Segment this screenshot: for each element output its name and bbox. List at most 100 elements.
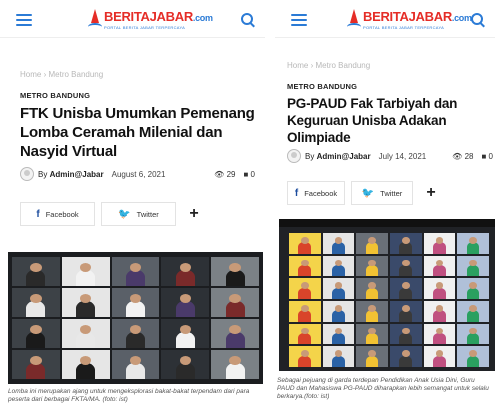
- twitter-icon: 🐦: [118, 208, 131, 220]
- participant-tile: [211, 319, 259, 348]
- twitter-share-button[interactable]: 🐦 Twitter: [351, 181, 413, 205]
- participant-tile: [389, 323, 422, 345]
- participant-tile: [423, 346, 456, 367]
- participant-tile: [289, 233, 321, 254]
- eye-icon: 👁: [452, 151, 463, 161]
- participant-tile: [211, 257, 259, 286]
- author-name[interactable]: Admin@Jabar: [317, 152, 371, 161]
- search-icon[interactable]: [241, 13, 253, 25]
- breadcrumb-home[interactable]: Home: [287, 61, 308, 70]
- participant-tile: [12, 288, 60, 317]
- participant-tile: [423, 233, 456, 254]
- participant-tile: [457, 346, 489, 367]
- participant-tile: [211, 350, 259, 379]
- article-title: PG-PAUD Fak Tarbiyah dan Keguruan Unisba…: [287, 96, 458, 145]
- participant-tile: [289, 323, 321, 345]
- participant-tile: [161, 350, 210, 379]
- participant-tile: [61, 319, 110, 348]
- participant-tile: [12, 319, 60, 348]
- breadcrumb: Home › Metro Bandung: [287, 61, 370, 70]
- participant-tile: [389, 233, 422, 254]
- image-caption: Lomba ini merupakan ajang untuk mengeksp…: [8, 388, 250, 403]
- logo-tagline: PORTAL BERITA JABAR TERPERCAYA: [104, 24, 186, 30]
- site-header: BERITAJABAR.com PORTAL BERITA JABAR TERP…: [0, 0, 265, 38]
- participant-tile: [61, 257, 110, 286]
- facebook-share-button[interactable]: f Facebook: [287, 181, 345, 205]
- logo-text: BERITAJABAR: [363, 8, 452, 24]
- participant-tile: [389, 255, 422, 277]
- video-call-grid: [289, 233, 489, 367]
- hamburger-icon[interactable]: [16, 14, 32, 26]
- hamburger-icon[interactable]: [291, 14, 307, 26]
- site-logo[interactable]: BERITAJABAR.com PORTAL BERITA JABAR TERP…: [347, 8, 472, 32]
- more-share-button[interactable]: +: [419, 181, 443, 205]
- facebook-icon: f: [36, 208, 40, 220]
- category-label[interactable]: METRO BANDUNG: [20, 91, 90, 100]
- participant-tile: [61, 350, 110, 379]
- site-logo[interactable]: BERITAJABAR.com PORTAL BERITA JABAR TERP…: [88, 8, 213, 32]
- share-bar: f Facebook 🐦 Twitter +: [20, 202, 206, 226]
- share-bar: f Facebook 🐦 Twitter +: [287, 181, 443, 205]
- comment-count[interactable]: ■ 0: [243, 170, 255, 179]
- article-meta: By Admin@Jabar July 14, 2021 👁 28 ■ 0: [287, 149, 493, 163]
- participant-tile: [356, 278, 388, 299]
- breadcrumb-section[interactable]: Metro Bandung: [48, 70, 103, 79]
- participant-tile: [161, 288, 210, 317]
- participant-tile: [389, 278, 422, 299]
- participant-tile: [111, 350, 160, 379]
- participant-tile: [289, 255, 321, 277]
- article-title: FTK Unisba Umumkan Pemenang Lomba Cerama…: [20, 105, 255, 160]
- participant-tile: [161, 319, 210, 348]
- participant-tile: [457, 255, 489, 277]
- comment-icon: ■: [481, 151, 487, 161]
- breadcrumb-separator: ›: [310, 61, 314, 70]
- breadcrumb-separator: ›: [43, 70, 47, 79]
- participant-tile: [12, 350, 60, 379]
- logo-tld: .com: [451, 12, 472, 23]
- participant-tile: [457, 323, 489, 345]
- comment-count[interactable]: ■ 0: [481, 152, 493, 161]
- participant-tile: [322, 346, 355, 367]
- participant-tile: [356, 233, 388, 254]
- site-header: BERITAJABAR.com PORTAL BERITA JABAR TERP…: [275, 0, 495, 38]
- participant-tile: [389, 346, 422, 367]
- participant-tile: [423, 255, 456, 277]
- participant-tile: [423, 300, 456, 322]
- twitter-share-button[interactable]: 🐦 Twitter: [101, 202, 176, 226]
- participant-tile: [322, 323, 355, 345]
- twitter-icon: 🐦: [361, 187, 375, 199]
- meeting-toolbar: [279, 219, 495, 227]
- participant-tile: [457, 300, 489, 322]
- logo-tld: .com: [192, 12, 213, 23]
- participant-tile: [322, 233, 355, 254]
- view-count: 👁 28: [452, 151, 474, 161]
- article-image: [8, 252, 263, 384]
- category-label[interactable]: METRO BANDUNG: [287, 82, 357, 91]
- breadcrumb: Home › Metro Bandung: [20, 70, 103, 79]
- comment-icon: ■: [243, 169, 249, 179]
- article-meta: By Admin@Jabar August 6, 2021 👁 29 ■ 0: [20, 167, 255, 181]
- search-icon[interactable]: [471, 13, 483, 25]
- participant-tile: [12, 257, 60, 286]
- logo-tagline: PORTAL BERITA JABAR TERPERCAYA: [363, 24, 445, 30]
- participant-tile: [111, 319, 160, 348]
- participant-tile: [356, 323, 388, 345]
- breadcrumb-home[interactable]: Home: [20, 70, 41, 79]
- more-share-button[interactable]: +: [182, 202, 206, 226]
- author-name[interactable]: Admin@Jabar: [50, 170, 104, 179]
- participant-tile: [322, 278, 355, 299]
- participant-tile: [356, 255, 388, 277]
- participant-tile: [289, 346, 321, 367]
- article-panel-right: BERITAJABAR.com PORTAL BERITA JABAR TERP…: [275, 0, 495, 409]
- breadcrumb-section[interactable]: Metro Bandung: [315, 61, 370, 70]
- image-caption: Sebagai pejuang di garda terdepan Pendid…: [277, 377, 489, 400]
- facebook-share-button[interactable]: f Facebook: [20, 202, 95, 226]
- video-call-grid: [12, 257, 259, 379]
- participant-tile: [457, 278, 489, 299]
- publish-date: July 14, 2021: [378, 151, 427, 161]
- avatar[interactable]: [20, 167, 34, 181]
- participant-tile: [423, 323, 456, 345]
- eye-icon: 👁: [214, 169, 225, 179]
- participant-tile: [389, 300, 422, 322]
- avatar[interactable]: [287, 149, 301, 163]
